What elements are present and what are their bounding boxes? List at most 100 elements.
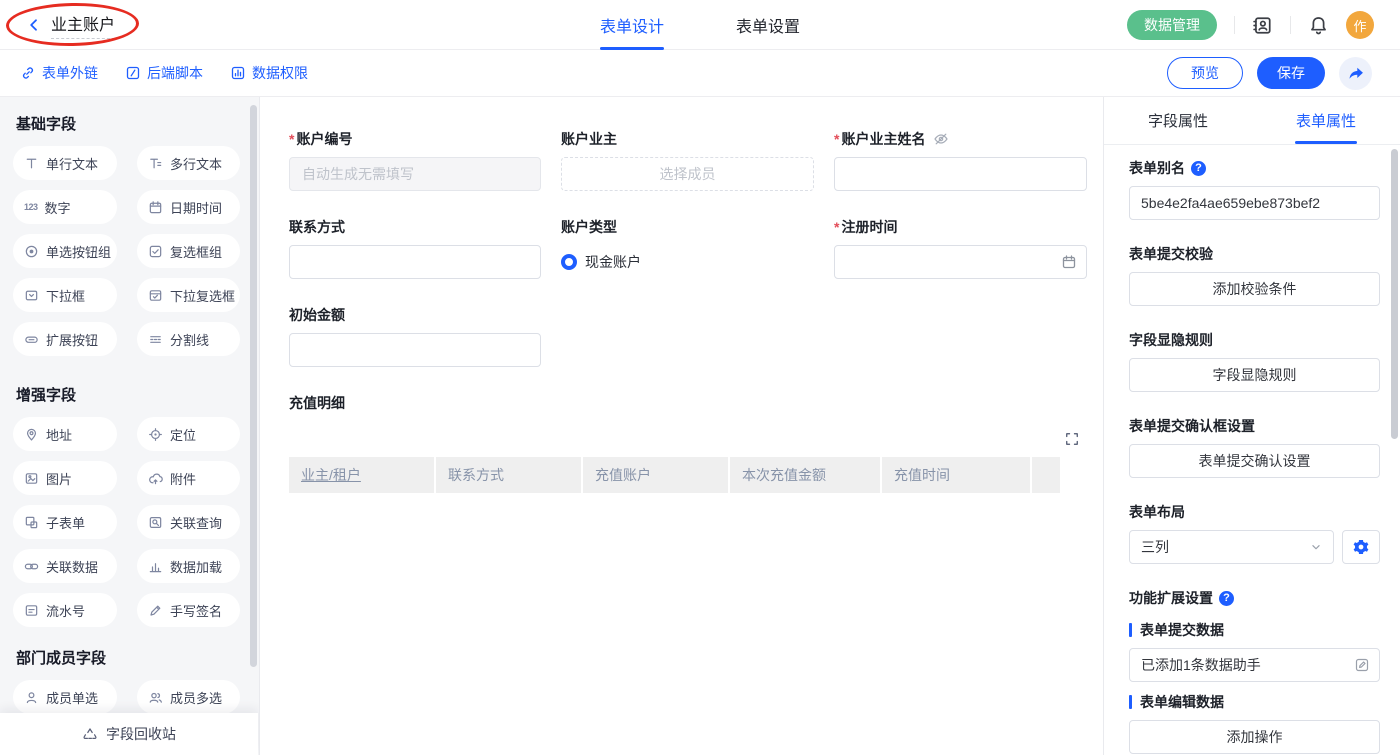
field-datetime[interactable]: 日期时间 [137,190,240,224]
field-contact[interactable]: 联系方式 [289,217,541,279]
subtable-recharge-detail[interactable]: 充值明细 业主/租户 联系方式 充值账户 本次充值金额 充值时间 [289,393,1087,493]
image-icon [24,471,39,486]
field-multi-select[interactable]: 下拉复选框 [137,278,240,312]
field-member-multi[interactable]: 成员多选 [137,680,240,714]
field-account-owner[interactable]: 账户业主 [561,129,814,191]
tab-label: 表单属性 [1296,110,1356,131]
help-icon[interactable]: ? [1219,591,1234,606]
add-action-button[interactable]: 添加操作 [1129,720,1380,754]
radio-cash-account[interactable] [561,254,577,270]
form-layout-select[interactable]: 三列 [1129,530,1334,564]
submit-data-label-row: 表单提交数据 [1129,620,1380,640]
field-subform[interactable]: 子表单 [13,505,117,539]
serial-icon [24,603,39,618]
form-alias-input[interactable] [1129,186,1380,220]
edit-pencil-icon[interactable] [1354,657,1370,673]
share-button[interactable] [1339,57,1372,90]
toolbar-actions: 预览 保存 [1167,57,1372,90]
avatar[interactable]: 作 [1346,11,1374,39]
submit-confirm-button[interactable]: 表单提交确认设置 [1129,444,1380,478]
multiselect-icon [148,288,163,303]
field-label: 多行文本 [170,154,222,173]
register-time-input[interactable] [834,245,1087,279]
field-image[interactable]: 图片 [13,461,117,495]
owner-name-input[interactable] [834,157,1087,191]
field-select[interactable]: 下拉框 [13,278,117,312]
field-checkbox-group[interactable]: 复选框组 [137,234,240,268]
expand-icon[interactable] [1065,432,1079,446]
divider [1290,16,1291,34]
submit-confirm-label: 表单提交确认框设置 [1129,416,1255,436]
link-backend-script[interactable]: 后端脚本 [125,63,203,83]
account-owner-input[interactable] [561,157,814,191]
tab-underline [600,47,664,50]
field-serial-number[interactable]: 流水号 [13,593,117,627]
tab-form-settings[interactable]: 表单设置 [736,0,800,50]
field-linked-query[interactable]: 关联查询 [137,505,240,539]
tab-form-design[interactable]: 表单设计 [600,0,664,50]
notification-bell-icon[interactable] [1308,15,1329,36]
save-button[interactable]: 保存 [1257,57,1325,89]
field-single-line-text[interactable]: 单行文本 [13,146,117,180]
number-icon: 123 [24,202,38,212]
account-no-input[interactable] [289,157,541,191]
tab-field-properties[interactable]: 字段属性 [1104,97,1252,144]
field-location[interactable]: 定位 [137,417,240,451]
field-data-load[interactable]: 数据加载 [137,549,240,583]
field-divider[interactable]: 分割线 [137,322,240,356]
field-account-type[interactable]: 账户类型 现金账户 [561,217,814,279]
visibility-rules-button[interactable]: 字段显隐规则 [1129,358,1380,392]
recycle-label: 字段回收站 [106,724,176,744]
submit-check-label: 表单提交校验 [1129,244,1213,264]
field-address[interactable]: 地址 [13,417,117,451]
button-icon [24,332,39,347]
field-initial-amount[interactable]: 初始金额 [289,305,541,367]
required-mark: * [289,131,294,147]
field-label: 扩展按钮 [46,330,98,349]
divider [1234,16,1235,34]
search-box-icon [148,515,163,530]
field-multi-line-text[interactable]: 多行文本 [137,146,240,180]
recycle-icon [82,726,98,742]
tab-form-properties[interactable]: 表单属性 [1252,97,1400,144]
field-attachment[interactable]: 附件 [137,461,240,495]
add-validation-button[interactable]: 添加校验条件 [1129,272,1380,306]
field-account-no[interactable]: *账户编号 [289,129,541,191]
required-mark: * [834,131,839,147]
field-radio-group[interactable]: 单选按钮组 [13,234,117,268]
sidebar-scrollbar[interactable] [250,105,257,667]
field-owner-name[interactable]: *账户业主姓名 [834,129,1087,191]
contact-input[interactable] [289,245,541,279]
radio-cash-label: 现金账户 [585,252,641,272]
field-extend-button[interactable]: 扩展按钮 [13,322,117,356]
contact-book-icon[interactable] [1252,15,1273,36]
data-assistant-box[interactable]: 已添加1条数据助手 [1129,648,1380,682]
help-icon[interactable]: ? [1191,161,1206,176]
field-number[interactable]: 123数字 [13,190,117,224]
tab-underline [1295,141,1357,144]
radio-icon [24,244,39,259]
field-linked-data[interactable]: 关联数据 [13,549,117,583]
field-label: 手写签名 [170,601,222,620]
form-toolbar: 表单外链 后端脚本 数据权限 预览 保存 [0,50,1400,97]
pen-icon [148,603,163,618]
field-label: 复选框组 [170,242,222,261]
initial-amount-input[interactable] [289,333,541,367]
link-form-external[interactable]: 表单外链 [20,63,98,83]
extension-settings-label: 功能扩展设置 [1129,588,1213,608]
checkbox-icon [148,244,163,259]
field-member-single[interactable]: 成员单选 [13,680,117,714]
recycle-bin-bar[interactable]: 字段回收站 [0,713,258,755]
basic-field-grid: 单行文本 多行文本 123数字 日期时间 单选按钮组 复选框组 下拉框 下拉复选… [13,146,245,356]
tab-label: 字段属性 [1148,110,1208,131]
panel-scrollbar[interactable] [1391,149,1398,439]
layout-settings-button[interactable] [1342,530,1380,564]
bar-chart-icon [148,559,163,574]
select-icon [24,288,39,303]
data-manage-button[interactable]: 数据管理 [1127,10,1217,40]
field-register-time[interactable]: *注册时间 [834,217,1087,279]
textarea-icon [148,156,163,171]
field-signature[interactable]: 手写签名 [137,593,240,627]
link-data-permission[interactable]: 数据权限 [230,63,308,83]
preview-button[interactable]: 预览 [1167,57,1243,89]
